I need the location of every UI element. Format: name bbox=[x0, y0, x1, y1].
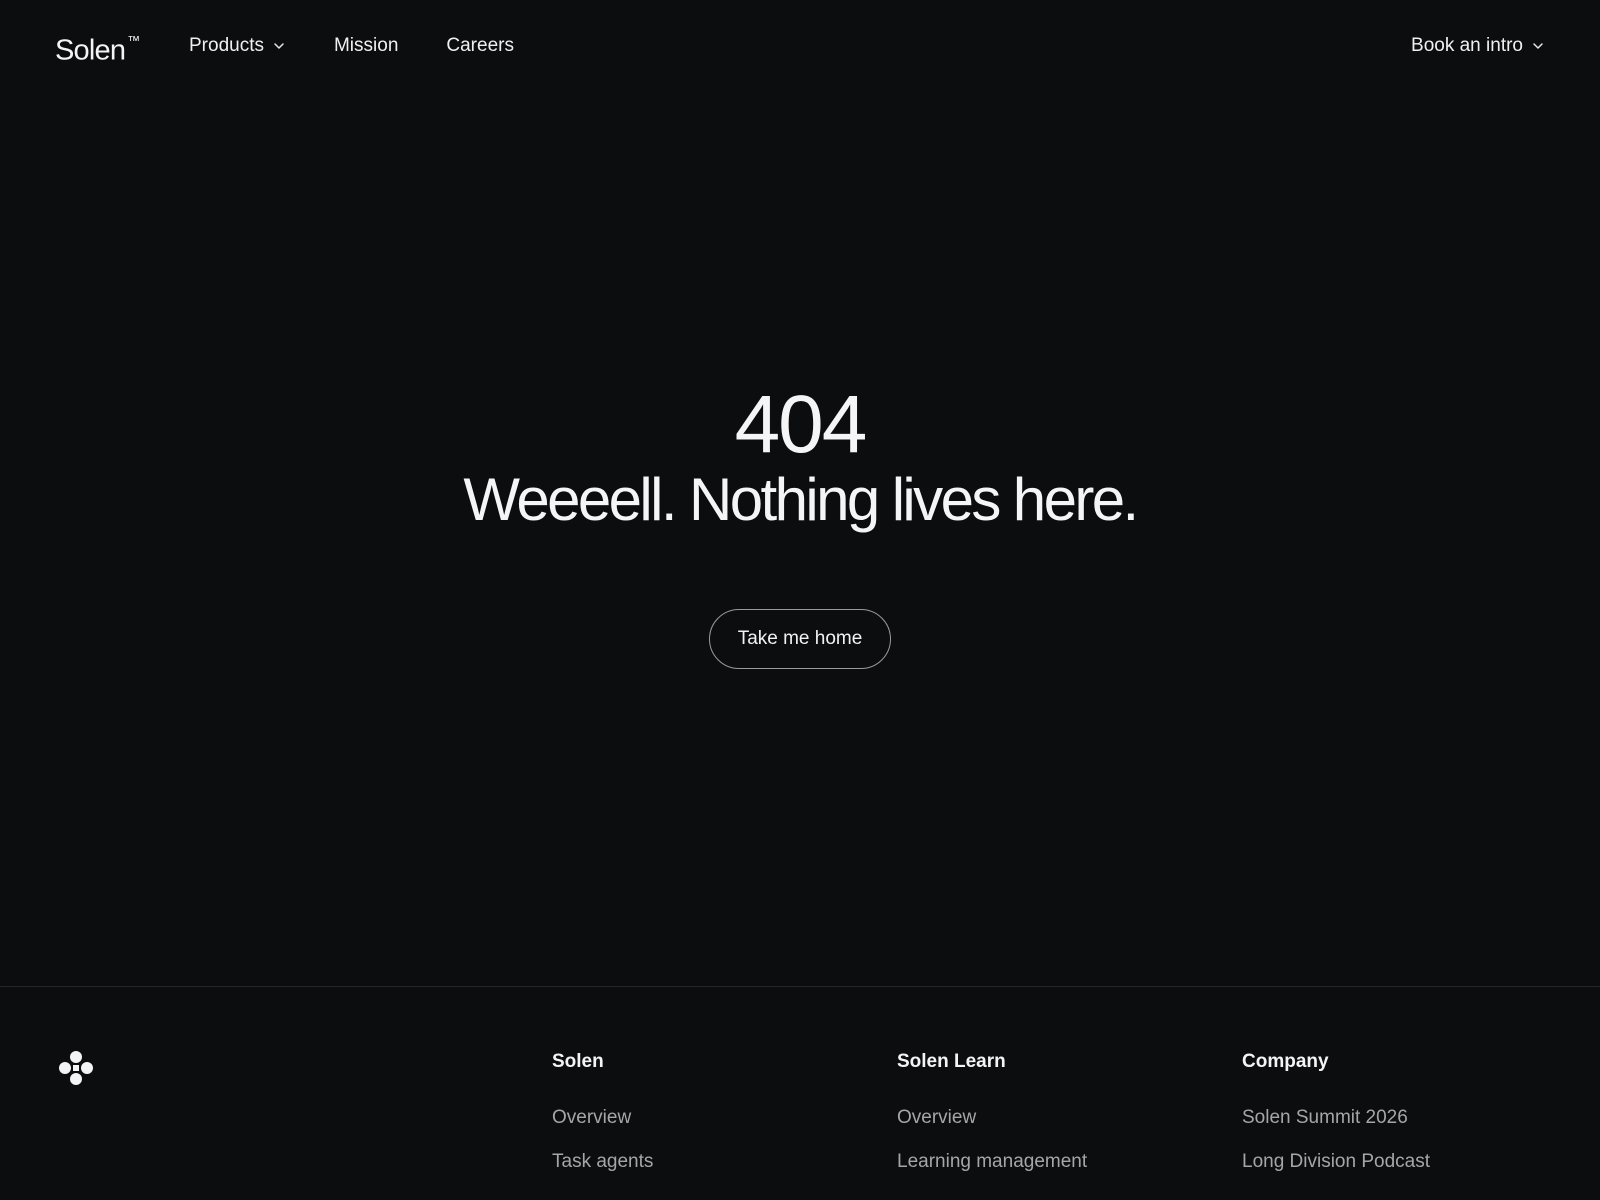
footer-link[interactable]: Long Division Podcast bbox=[1242, 1150, 1430, 1174]
nav-mission-label: Mission bbox=[333, 35, 399, 56]
footer-divider bbox=[0, 986, 1600, 987]
trademark-mark: ™ bbox=[127, 33, 141, 48]
footer-link[interactable]: Task agents bbox=[552, 1150, 653, 1174]
footer-link[interactable]: Learning management bbox=[897, 1150, 1087, 1174]
error-headline: Weeeell. Nothing lives here. bbox=[463, 466, 1139, 533]
brand-logo[interactable]: Solen ™ bbox=[55, 27, 140, 69]
footer-column-solen: Solen Overview Task agents bbox=[552, 1050, 653, 1174]
nav-products[interactable]: Products bbox=[189, 34, 286, 58]
nav-careers[interactable]: Careers bbox=[446, 34, 514, 58]
footer-column-solen-learn: Solen Learn Overview Learning management bbox=[897, 1050, 1087, 1174]
dots-cluster-icon[interactable] bbox=[58, 1050, 94, 1086]
nav-careers-label: Careers bbox=[446, 35, 514, 56]
main-nav: Products Mission Careers bbox=[189, 34, 514, 58]
book-intro-label: Book an intro bbox=[1411, 35, 1523, 56]
footer-link[interactable]: Overview bbox=[897, 1106, 1087, 1130]
error-hero: 404 Weeeell. Nothing lives here. bbox=[0, 380, 1600, 536]
chevron-down-icon bbox=[1533, 43, 1543, 49]
footer-link[interactable]: Overview bbox=[552, 1106, 653, 1130]
footer-column-company: Company Solen Summit 2026 Long Division … bbox=[1242, 1050, 1430, 1174]
footer-column-title: Company bbox=[1242, 1051, 1329, 1072]
site-header: Solen ™ Products Mission Careers Book an … bbox=[0, 0, 1600, 94]
brand-name: Solen bbox=[55, 34, 126, 67]
footer-column-title: Solen Learn bbox=[897, 1051, 1006, 1072]
chevron-down-icon bbox=[274, 43, 284, 49]
take-me-home-button[interactable]: Take me home bbox=[709, 609, 891, 669]
footer-column-title: Solen bbox=[552, 1051, 604, 1072]
book-intro-button[interactable]: Book an intro bbox=[1411, 34, 1545, 58]
nav-products-label: Products bbox=[189, 35, 264, 56]
error-code: 404 bbox=[734, 379, 868, 470]
footer-link[interactable]: Solen Summit 2026 bbox=[1242, 1106, 1430, 1130]
nav-mission[interactable]: Mission bbox=[334, 34, 398, 58]
